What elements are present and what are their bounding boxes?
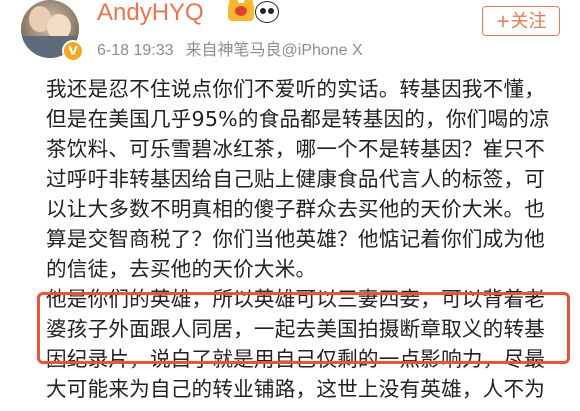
post-meta: 6-18 19:33 来自神笔马良@iPhone X bbox=[97, 36, 363, 60]
highlight-box bbox=[37, 292, 570, 364]
post-line: 茶饮料、可乐雪碧冰红茶，哪一个不是转基因？崔只不 bbox=[46, 137, 546, 161]
verified-badge-icon: V bbox=[62, 40, 84, 62]
post-line: 但是在美国几乎95%的食品都是转基因的，你们喝的凉 bbox=[46, 107, 550, 131]
follow-button[interactable]: +关注 bbox=[482, 6, 560, 36]
post-line: 的信徒，去买他的天价大米。 bbox=[46, 257, 317, 281]
username-link[interactable]: AndyHYQ bbox=[97, 0, 204, 26]
post-line: 我还是忍不住说点你们不爱听的实话。转基因我不懂， bbox=[46, 77, 546, 101]
member-crown-icon bbox=[228, 0, 254, 21]
post-line: 算是交智商税了？你们当他英雄？他惦记着你们成为他 bbox=[46, 227, 546, 251]
post-line: 以让大多数不明真相的傻子群众去买他的天价大米。也 bbox=[46, 197, 546, 221]
post-line: 过呼吁非转基因给自己贴上健康食品代言人的标签，可 bbox=[46, 167, 546, 191]
post-timestamp[interactable]: 6-18 19:33 bbox=[97, 42, 174, 59]
panda-icon bbox=[255, 1, 279, 23]
post-source[interactable]: 来自神笔马良@iPhone X bbox=[186, 42, 363, 59]
post-line: 大可能来为自己的转业铺路，这世上没有英雄，人不为 bbox=[46, 377, 546, 401]
